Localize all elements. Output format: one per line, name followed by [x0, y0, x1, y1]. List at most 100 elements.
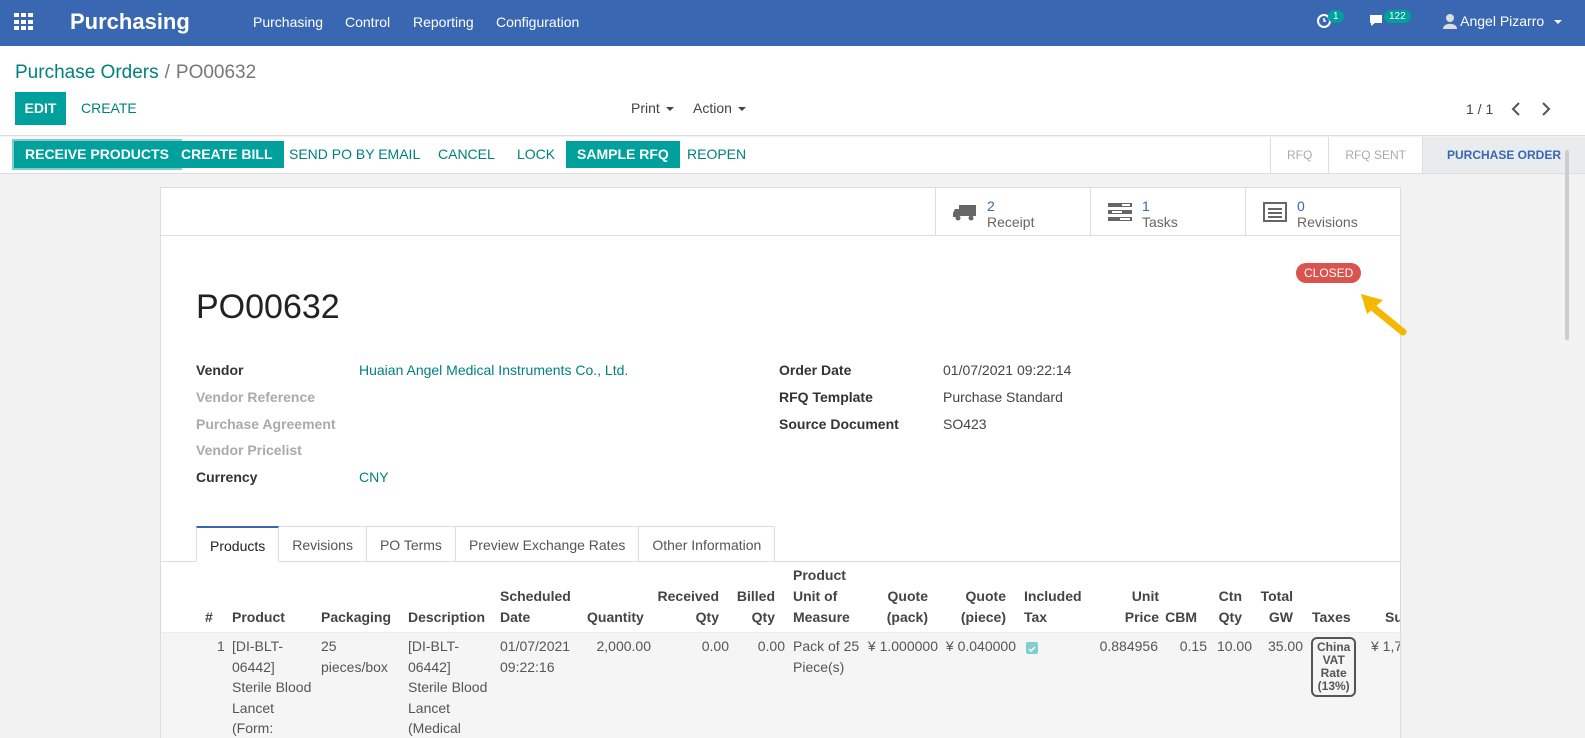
currency-label: Currency	[196, 469, 258, 485]
source-document-label: Source Document	[779, 416, 899, 432]
activity-badge: 1	[1328, 10, 1344, 23]
user-menu[interactable]: Angel Pizarro	[1443, 13, 1563, 29]
breadcrumb-current: PO00632	[175, 62, 257, 83]
col-unit-price-line2: Price	[1124, 609, 1159, 625]
tab-products[interactable]: Products	[196, 526, 280, 562]
col-scheduled-line1: Scheduled	[500, 588, 571, 604]
col-quote-piece-line1: Quote	[965, 588, 1006, 604]
row-packaging-line: pieces/box	[321, 658, 388, 675]
tasks-label: Tasks	[1142, 214, 1178, 230]
tab-preview-exchange-rates[interactable]: Preview Exchange Rates	[455, 526, 640, 562]
col-quote-pack[interactable]: Quote (pack)	[871, 586, 928, 628]
receipt-label: Receipt	[987, 214, 1035, 230]
create-bill-button[interactable]: CREATE BILL	[170, 141, 284, 168]
col-product[interactable]: Product	[232, 607, 285, 628]
row-quantity: 2,000.00	[596, 638, 652, 654]
stage-purchase-order: PURCHASE ORDER	[1421, 137, 1585, 173]
order-date-value: 01/07/2021 09:22:14	[943, 362, 1072, 378]
currency-value[interactable]: CNY	[359, 469, 389, 485]
menu-control[interactable]: Control	[345, 14, 390, 30]
row-uom-line: Piece(s)	[793, 658, 845, 675]
col-num[interactable]: #	[205, 607, 213, 628]
col-ctn-qty[interactable]: Ctn Qty	[1206, 586, 1242, 628]
cancel-button[interactable]: CANCEL	[438, 141, 495, 168]
revisions-label: Revisions	[1297, 214, 1358, 230]
app-name[interactable]: Purchasing	[70, 9, 190, 35]
avatar-icon	[1443, 14, 1457, 29]
page-title: PO00632	[196, 288, 340, 326]
tab-po-terms[interactable]: PO Terms	[366, 526, 456, 562]
messages-badge: 122	[1384, 10, 1411, 23]
menu-reporting[interactable]: Reporting	[413, 14, 474, 30]
send-po-email-button[interactable]: SEND PO BY EMAIL	[289, 141, 420, 168]
row-description-line: Lancet	[408, 699, 451, 716]
vendor-reference-label: Vendor Reference	[196, 389, 316, 405]
lock-button[interactable]: LOCK	[517, 141, 555, 168]
col-total-gw[interactable]: Total GW	[1257, 586, 1293, 628]
revisions-smart-button[interactable]: 0 Revisions	[1245, 188, 1400, 235]
tasks-icon	[1108, 203, 1132, 221]
checkmark-icon	[1028, 646, 1036, 653]
col-included-tax-line1: Included	[1024, 588, 1082, 604]
col-uom-line3: Measure	[793, 609, 850, 625]
row-packaging-line: 25	[321, 638, 337, 654]
menu-configuration[interactable]: Configuration	[496, 14, 579, 30]
messages-button[interactable]: 122	[1368, 10, 1411, 31]
action-dropdown[interactable]: Action	[693, 100, 746, 116]
vendor-value[interactable]: Huaian Angel Medical Instruments Co., Lt…	[359, 362, 628, 378]
row-product-line: 06442]	[232, 658, 275, 675]
chevron-left-icon[interactable]	[1511, 101, 1521, 117]
col-quote-piece[interactable]: Quote (piece)	[946, 586, 1006, 628]
col-quote-pack-line2: (pack)	[886, 609, 928, 625]
chevron-right-icon[interactable]	[1541, 101, 1551, 117]
col-uom-line1: Product	[793, 567, 846, 583]
col-scheduled-date[interactable]: Scheduled Date	[500, 586, 571, 628]
col-subtotal[interactable]: Su	[1385, 607, 1400, 628]
col-received-qty[interactable]: Received Qty	[657, 586, 719, 628]
receipt-smart-button[interactable]: 2 Receipt	[935, 188, 1090, 235]
create-button[interactable]: CREATE	[81, 100, 137, 116]
col-billed-qty[interactable]: Billed Qty	[731, 586, 775, 628]
breadcrumb-parent[interactable]: Purchase Orders	[15, 62, 159, 83]
list-icon	[1263, 202, 1287, 222]
menu-purchasing[interactable]: Purchasing	[253, 14, 323, 30]
control-panel: Purchase Orders / PO00632 EDIT CREATE Prin…	[0, 46, 1585, 136]
vendor-pricelist-label: Vendor Pricelist	[196, 442, 302, 458]
col-ctn-line1: Ctn	[1218, 588, 1242, 604]
col-quantity[interactable]: Quantity	[587, 607, 644, 628]
col-cbm[interactable]: CBM	[1161, 607, 1197, 628]
row-description-line: [DI-BLT-	[408, 638, 460, 654]
col-packaging[interactable]: Packaging	[321, 607, 391, 628]
col-included-tax[interactable]: Included Tax	[1024, 586, 1082, 628]
reopen-button[interactable]: REOPEN	[687, 141, 746, 168]
truck-icon	[953, 205, 976, 221]
col-unit-price[interactable]: Unit Price	[1101, 586, 1159, 628]
apps-menu-icon[interactable]	[14, 13, 34, 31]
activity-button[interactable]: 1	[1316, 10, 1344, 31]
col-description[interactable]: Description	[408, 607, 485, 628]
tasks-count: 1	[1142, 198, 1150, 214]
col-gw-line2: GW	[1268, 609, 1293, 625]
col-quote-pack-line1: Quote	[887, 588, 928, 604]
chevron-down-icon	[737, 107, 746, 112]
tab-other-information[interactable]: Other Information	[639, 526, 776, 562]
row-product[interactable]: [DI-BLT- 06442] Sterile Blood Lancet (Fo…	[232, 636, 311, 738]
table-row[interactable]: 1 [DI-BLT- 06442] Sterile Blood Lancet (…	[161, 633, 1400, 738]
sample-rfq-button[interactable]: SAMPLE RFQ	[566, 141, 680, 168]
edit-button[interactable]: EDIT	[15, 92, 66, 125]
tab-revisions[interactable]: Revisions	[279, 526, 367, 562]
col-taxes[interactable]: Taxes	[1312, 607, 1351, 628]
print-dropdown[interactable]: Print	[631, 100, 674, 116]
row-description: [DI-BLT- 06442] Sterile Blood Lancet (Me…	[408, 636, 487, 738]
row-description-line: 06442]	[408, 658, 451, 675]
page-scrollbar[interactable]	[1565, 150, 1569, 340]
form-sheet: 2 Receipt 1 Tasks 0 Revisions CLOSED PO0…	[160, 187, 1401, 738]
tasks-smart-button[interactable]: 1 Tasks	[1090, 188, 1245, 235]
row-quote-pack: ¥ 1.000000	[867, 638, 938, 654]
receive-products-button[interactable]: RECEIVE PRODUCTS	[12, 139, 182, 170]
col-uom[interactable]: Product Unit of Measure	[793, 565, 850, 628]
row-scheduled-line: 01/07/2021	[500, 638, 571, 654]
included-tax-checkbox	[1026, 642, 1038, 654]
pager-value[interactable]: 1 / 1	[1466, 101, 1493, 117]
notebook-tabs: Products Revisions PO Terms Preview Exch…	[196, 526, 776, 562]
